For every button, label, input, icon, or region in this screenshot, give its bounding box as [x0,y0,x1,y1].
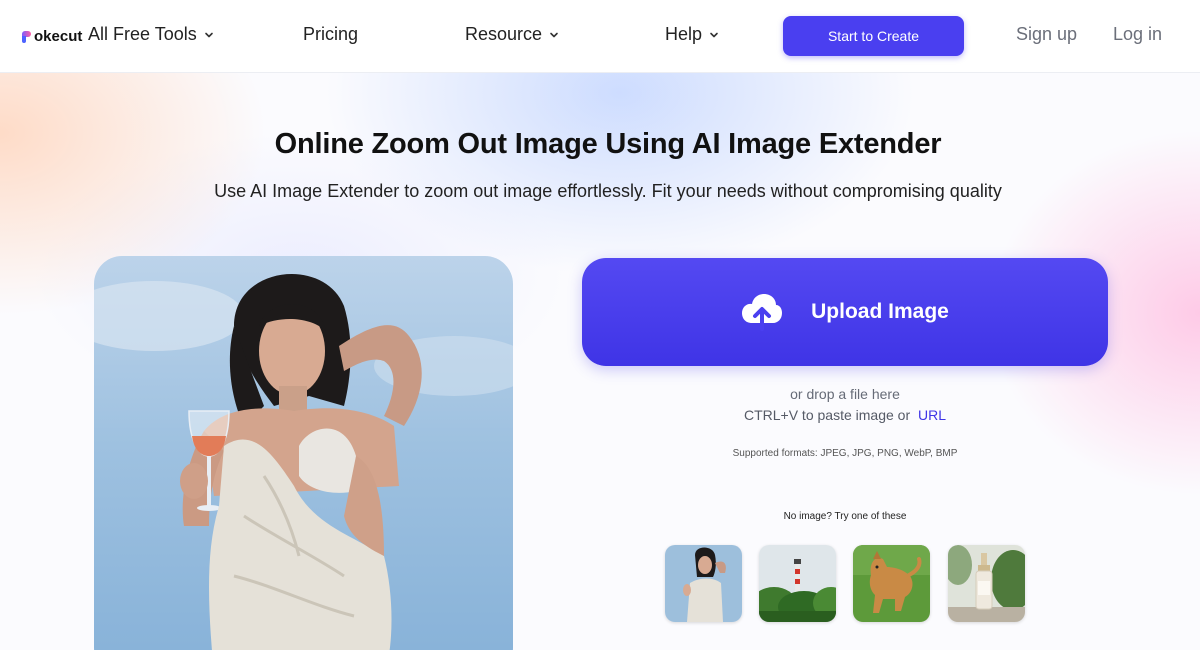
nav-help[interactable]: Help [665,24,720,45]
nav-pricing[interactable]: Pricing [303,24,358,45]
sample-thumb-dog[interactable] [853,545,930,622]
woman-thumbnail-image [665,545,742,622]
lighthouse-thumbnail-image [759,545,836,622]
page-subtitle: Use AI Image Extender to zoom out image … [214,181,1002,201]
drop-file-text: or drop a file here [790,386,900,402]
serum-bottle-thumbnail-image [948,545,1025,622]
nav-resource[interactable]: Resource [465,24,560,45]
logo-mark-icon [22,30,31,43]
sample-thumb-serum[interactable] [948,545,1025,622]
chevron-down-icon [550,32,558,37]
nav-label: Resource [465,24,543,44]
paste-instructions: CTRL+V to paste image or URL [582,407,1108,423]
nav-label: Pricing [303,24,359,44]
paste-text: CTRL+V to paste image or [743,407,911,423]
chevron-down-icon [204,32,213,37]
url-link[interactable]: URL [918,407,946,423]
upload-image-button[interactable]: Upload Image [582,258,1108,366]
nav-label: All Free Tools [88,24,197,44]
nav-all-free-tools[interactable]: All Free Tools [88,24,215,45]
nav-label: Help [665,24,703,44]
top-nav: okecut All Free Tools Pricing Resource H… [0,0,1200,73]
woman-illustration [94,273,513,650]
sign-up-link[interactable]: Sign up [1016,24,1077,45]
example-photo [94,256,513,650]
sample-thumb-lighthouse[interactable] [759,545,836,622]
sample-images-prompt: No image? Try one of these [783,511,907,522]
supported-formats-text: Supported formats: JPEG, JPG, PNG, WebP,… [732,448,958,459]
page-title: Online Zoom Out Image Using AI Image Ext… [274,128,942,160]
start-to-create-button[interactable]: Start to Create [783,16,964,56]
sample-thumb-woman[interactable] [665,545,742,622]
cloud-upload-icon [742,294,783,331]
dog-thumbnail-image [853,545,930,622]
pokecut-logo[interactable]: okecut [22,28,82,45]
upload-image-label: Upload Image [811,300,949,323]
logo-text: okecut [34,28,83,45]
log-in-link[interactable]: Log in [1113,24,1162,45]
chevron-down-icon [710,32,718,37]
